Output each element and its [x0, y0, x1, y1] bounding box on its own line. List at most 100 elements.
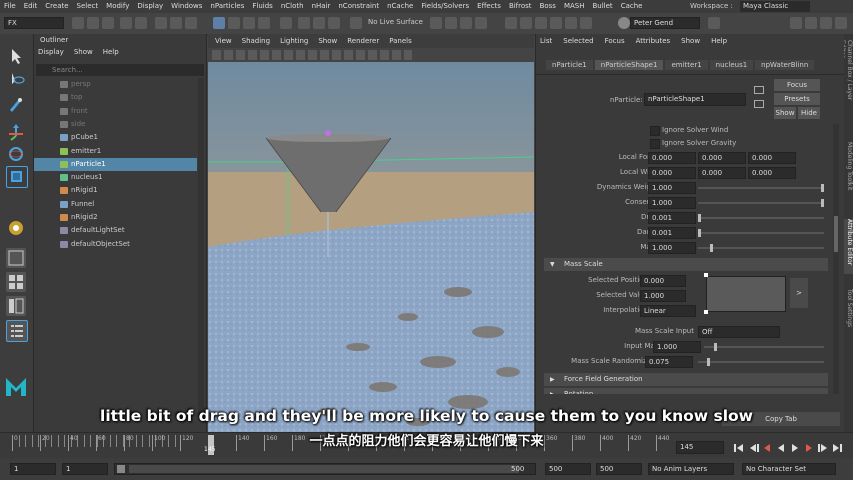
render-settings-icon[interactable]: [328, 17, 340, 29]
section-rotation[interactable]: ▶ Rotation: [544, 388, 828, 394]
single-perspective-layout-icon[interactable]: [6, 248, 26, 268]
outliner-item-side[interactable]: side: [34, 118, 197, 131]
open-scene-icon[interactable]: [87, 17, 99, 29]
menu-item-create[interactable]: Create: [41, 0, 72, 13]
attr-slider[interactable]: [698, 214, 824, 222]
outliner-menu-show[interactable]: Show: [74, 48, 93, 56]
attr-slider[interactable]: [704, 343, 824, 351]
attr-field[interactable]: 0.000: [748, 152, 796, 164]
menu-item-bifrost[interactable]: Bifrost: [505, 0, 536, 13]
range-slider-track[interactable]: 500: [114, 463, 536, 475]
ae-menu-help[interactable]: Help: [711, 37, 727, 45]
input-line-icon[interactable]: [445, 17, 457, 29]
attr-field[interactable]: 0.075: [645, 356, 693, 368]
anim-layer-select[interactable]: No Anim Layers: [648, 463, 734, 475]
attr-field[interactable]: 0.000: [698, 152, 746, 164]
animation-start-field[interactable]: 1: [10, 463, 56, 475]
output-connections-icon[interactable]: [754, 100, 764, 108]
render-frame-icon[interactable]: [298, 17, 310, 29]
show-button[interactable]: Show: [774, 107, 796, 119]
outliner-search[interactable]: Search...: [36, 64, 204, 76]
menu-item-modify[interactable]: Modify: [102, 0, 133, 13]
viewport-panel[interactable]: View Shading Lighting Show Renderer Panels: [208, 34, 534, 432]
menu-item-boss[interactable]: Boss: [536, 0, 560, 13]
select-object-icon[interactable]: [170, 17, 182, 29]
attr-slider[interactable]: [698, 229, 824, 237]
ae-tab-npwaterblinn[interactable]: npWaterBlinn: [755, 60, 815, 70]
select-hierarchy-icon[interactable]: [155, 17, 167, 29]
attr-slider[interactable]: [698, 244, 824, 252]
ae-menu-show[interactable]: Show: [681, 37, 700, 45]
persp-outliner-layout-icon[interactable]: [6, 296, 26, 316]
ae-tab-emitter1[interactable]: emitter1: [665, 60, 708, 70]
range-bar[interactable]: [129, 465, 519, 473]
outliner-scrollbar[interactable]: [198, 78, 204, 418]
outliner-item-pcube1[interactable]: pCube1: [34, 131, 197, 144]
ae-menu-focus[interactable]: Focus: [605, 37, 625, 45]
section-mass-scale[interactable]: ▼ Mass Scale: [544, 258, 828, 271]
presets-button[interactable]: Presets: [774, 93, 820, 105]
menu-item-windows[interactable]: Windows: [167, 0, 206, 13]
live-surface-label[interactable]: No Live Surface: [368, 18, 423, 26]
four-view-layout-icon[interactable]: [6, 272, 26, 292]
toggle-modeling-toolkit-icon[interactable]: [790, 17, 802, 29]
load-attributes-icon[interactable]: [754, 86, 764, 94]
ae-menu-list[interactable]: List: [540, 37, 552, 45]
animation-end-field[interactable]: 500: [596, 463, 642, 475]
menu-item-mash[interactable]: MASH: [560, 0, 589, 13]
viewport-menu-view[interactable]: View: [210, 34, 237, 48]
outliner-item-front[interactable]: front: [34, 105, 197, 118]
paint-select-tool-icon[interactable]: [6, 94, 26, 114]
hypershade-icon[interactable]: [550, 17, 562, 29]
menu-item-effects[interactable]: Effects: [473, 0, 505, 13]
menu-item-select[interactable]: Select: [73, 0, 103, 13]
playback-end-field[interactable]: 500: [545, 463, 591, 475]
scene-view[interactable]: [208, 62, 534, 432]
snap-grid-icon[interactable]: [213, 17, 225, 29]
save-scene-icon[interactable]: [102, 17, 114, 29]
attr-slider[interactable]: [698, 199, 824, 207]
attr-field[interactable]: 1.000: [640, 290, 686, 302]
attr-slider-handle[interactable]: [698, 229, 701, 237]
outliner-item-nparticle1[interactable]: nParticle1: [34, 157, 197, 171]
attr-field[interactable]: 0.000: [648, 167, 696, 179]
attr-field[interactable]: Linear: [640, 305, 696, 317]
menu-item-fields-solvers[interactable]: Fields/Solvers: [417, 0, 473, 13]
menu-item-nconstraint[interactable]: nConstraint: [334, 0, 383, 13]
outliner-item-nrigid1[interactable]: nRigid1: [34, 184, 197, 197]
select-component-icon[interactable]: [185, 17, 197, 29]
outliner-item-funnel[interactable]: Funnel: [34, 198, 197, 211]
ae-scrollbar-thumb[interactable]: [834, 216, 838, 252]
menu-item-nhair[interactable]: nHair: [308, 0, 335, 13]
select-tool-icon[interactable]: [6, 46, 26, 66]
attr-field[interactable]: 0.000: [648, 152, 696, 164]
menuset-select[interactable]: FX: [4, 17, 64, 29]
attr-slider-handle[interactable]: [714, 343, 717, 351]
tab-channel-box[interactable]: Channel Box / Layer Editor: [844, 40, 853, 110]
node-editor-icon[interactable]: [565, 17, 577, 29]
ramp-handle-bottom[interactable]: [704, 310, 708, 314]
ae-tab-nparticleshape1[interactable]: nParticleShape1: [594, 60, 664, 70]
ae-scrollbar[interactable]: [833, 124, 839, 394]
viewport-menu-show[interactable]: Show: [313, 34, 342, 48]
ae-menu-selected[interactable]: Selected: [563, 37, 593, 45]
uv-icon[interactable]: [535, 17, 547, 29]
menu-item-display[interactable]: Display: [133, 0, 167, 13]
outliner-item-defaultobjectset[interactable]: defaultObjectSet: [34, 238, 197, 251]
attr-slider-handle[interactable]: [710, 244, 714, 252]
menu-item-edit[interactable]: Edit: [20, 0, 42, 13]
panel-toolbar-icons[interactable]: [212, 50, 412, 60]
snap-curve-icon[interactable]: [228, 17, 240, 29]
viewport-menu-renderer[interactable]: Renderer: [342, 34, 384, 48]
new-scene-icon[interactable]: [72, 17, 84, 29]
snap-point-icon[interactable]: [243, 17, 255, 29]
outliner-item-persp[interactable]: persp: [34, 78, 197, 91]
menu-item-cache[interactable]: Cache: [617, 0, 647, 13]
ramp-expand-button[interactable]: >: [790, 278, 808, 308]
hide-button[interactable]: Hide: [798, 107, 820, 119]
menu-item-nparticles[interactable]: nParticles: [206, 0, 248, 13]
attr-field[interactable]: 0.000: [698, 167, 746, 179]
outliner-item-nucleus1[interactable]: nucleus1: [34, 171, 197, 184]
attr-field[interactable]: 1.000: [648, 197, 696, 209]
range-start-handle[interactable]: [117, 465, 125, 473]
